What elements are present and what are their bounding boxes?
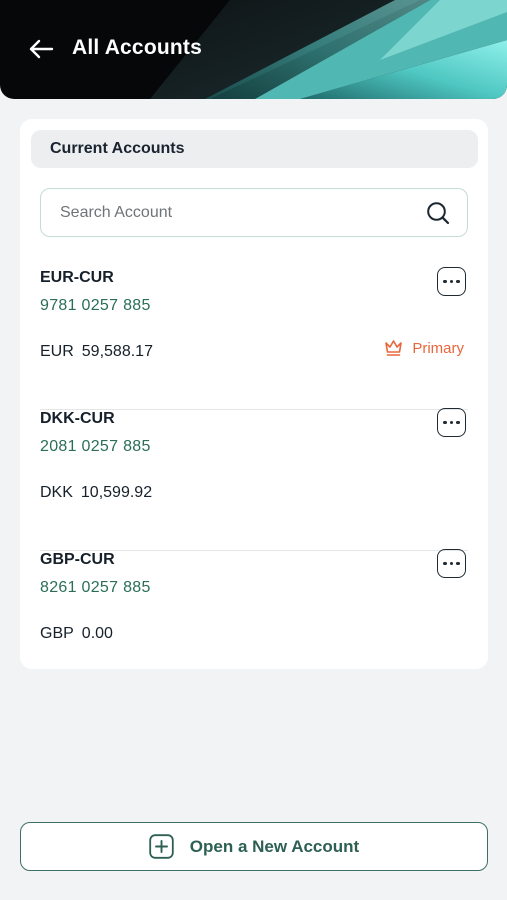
more-options-button[interactable] xyxy=(437,267,466,296)
more-dots-icon xyxy=(443,420,447,425)
crown-icon xyxy=(385,340,403,356)
page-title: All Accounts xyxy=(72,36,202,59)
more-dots-icon xyxy=(443,279,447,284)
account-balance-value: 59,588.17 xyxy=(81,343,153,360)
account-name: GBP-CUR xyxy=(40,551,115,568)
account-number: 8261 0257 885 xyxy=(40,579,151,596)
more-dots-icon xyxy=(443,561,447,566)
account-name: DKK-CUR xyxy=(40,410,115,427)
search-input[interactable] xyxy=(60,203,420,222)
account-name: EUR-CUR xyxy=(40,269,114,286)
account-number: 2081 0257 885 xyxy=(40,438,151,455)
back-button[interactable] xyxy=(26,34,56,64)
primary-label: Primary xyxy=(412,339,464,357)
account-balance: EUR 59,588.17 xyxy=(40,343,153,361)
account-currency: GBP xyxy=(40,625,74,642)
arrow-left-icon xyxy=(29,39,54,59)
plus-square-icon xyxy=(149,834,174,859)
more-options-button[interactable] xyxy=(437,408,466,437)
app-header: All Accounts xyxy=(0,0,507,99)
account-item[interactable]: EUR-CUR 9781 0257 885 EUR 59,588.17 Prima… xyxy=(40,267,468,410)
account-item[interactable]: DKK-CUR 2081 0257 885 DKK 10,599.92 xyxy=(40,408,468,551)
accounts-card: Current Accounts EUR-CUR 9781 0257 885 E… xyxy=(20,119,488,669)
account-balance-value: 0.00 xyxy=(81,625,113,642)
section-title: Current Accounts xyxy=(31,130,478,168)
more-options-button[interactable] xyxy=(437,549,466,578)
open-new-account-label: Open a New Account xyxy=(189,836,360,856)
account-number: 9781 0257 885 xyxy=(40,297,151,314)
account-balance-value: 10,599.92 xyxy=(80,484,153,501)
account-currency: EUR xyxy=(40,343,74,360)
open-new-account-button[interactable]: Open a New Account xyxy=(20,822,488,871)
account-currency: DKK xyxy=(40,484,73,501)
account-item[interactable]: GBP-CUR 8261 0257 885 GBP 0.00 xyxy=(40,549,468,692)
search-box[interactable] xyxy=(40,188,468,237)
primary-badge: Primary xyxy=(384,339,464,357)
search-icon[interactable] xyxy=(426,201,450,225)
account-balance: GBP 0.00 xyxy=(40,625,113,643)
account-balance: DKK 10,599.92 xyxy=(40,484,152,502)
